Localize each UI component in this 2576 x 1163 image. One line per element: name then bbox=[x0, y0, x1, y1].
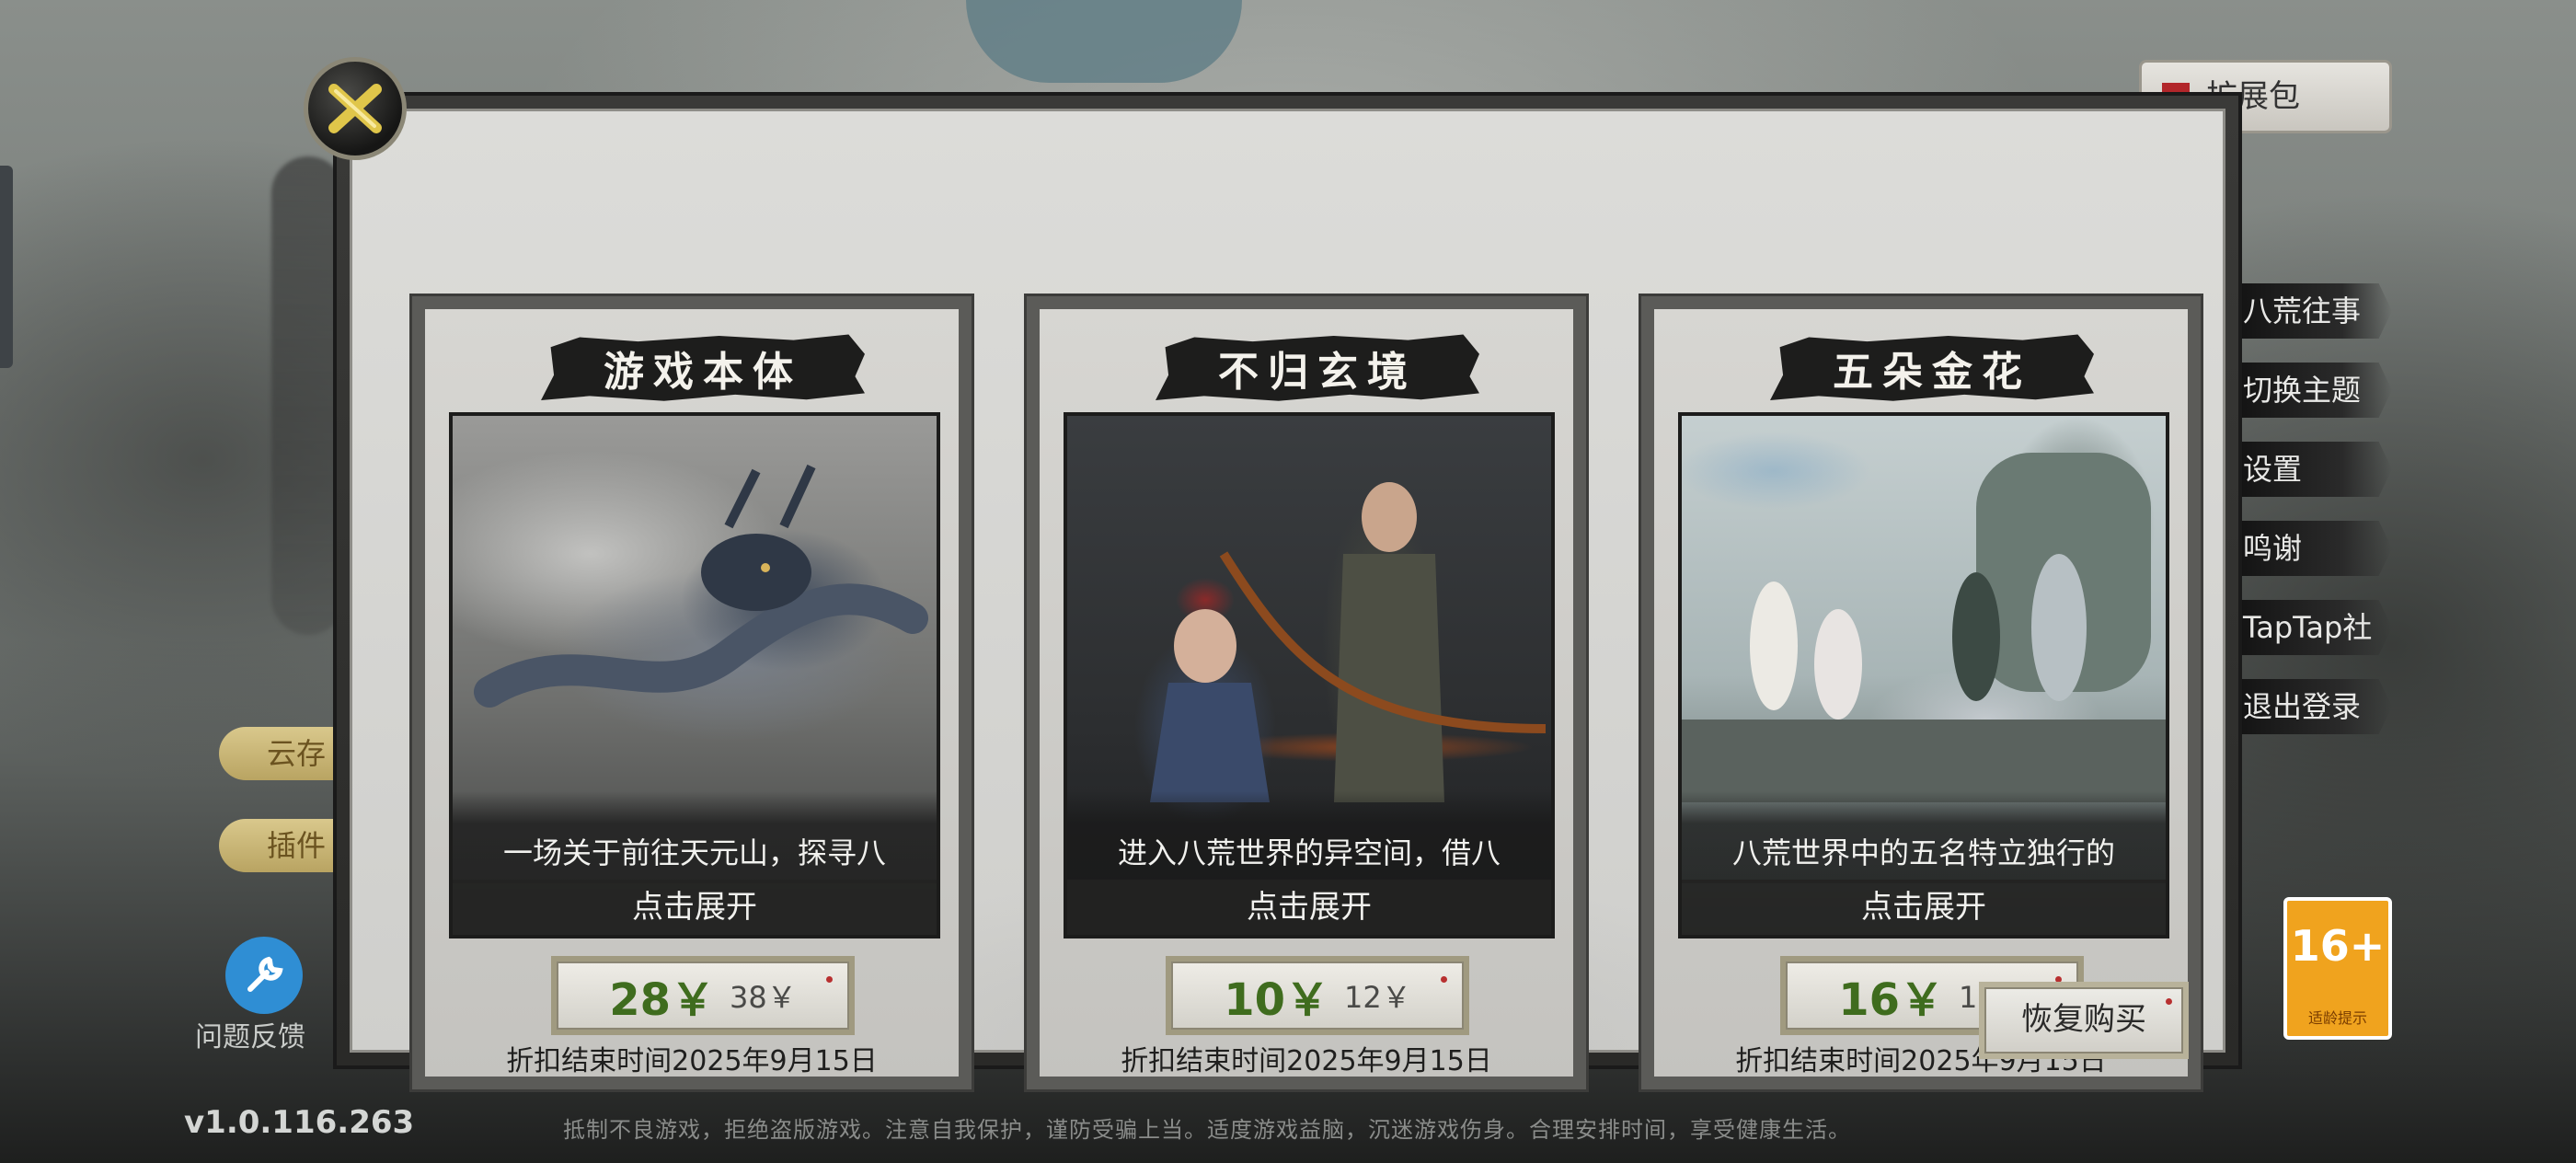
restore-purchase-label: 恢复购买 bbox=[2021, 1001, 2146, 1038]
card-title-banner: 游戏本体 bbox=[541, 334, 865, 401]
price-current: 28￥ bbox=[609, 974, 716, 1026]
card-body: 不归玄境 进入八荒世界的异空间，借八 点击展开 10￥ 12￥ 折扣结束时间20… bbox=[1040, 309, 1573, 1077]
menu-logout[interactable]: 退出登录 bbox=[2226, 679, 2392, 734]
menu-taptap-community[interactable]: TapTap社区 bbox=[2226, 600, 2392, 655]
card-art-warriors[interactable]: 进入八荒世界的异空间，借八 点击展开 bbox=[1064, 412, 1555, 938]
menu-settings-label: 设置 bbox=[2243, 452, 2303, 487]
product-card-base-game: 游戏本体 一场关于前往天元山，探寻八 点击展开 28￥ 38￥ 折扣结束时间20… bbox=[409, 294, 974, 1092]
card-art-five-heroines[interactable]: 八荒世界中的五名特立独行的 点击展开 bbox=[1678, 412, 2169, 938]
price-original: 12￥ bbox=[1344, 980, 1411, 1015]
purchase-dialog: 游戏本体 一场关于前往天元山，探寻八 点击展开 28￥ 38￥ 折扣结束时间20… bbox=[333, 92, 2242, 1092]
version-label: v1.0.116.263 bbox=[184, 1104, 415, 1141]
product-card-wuduojinhua: 五朵金花 八荒世界中的五名特立独行的 点击展开 16￥ 折扣结束时间2025年9… bbox=[1639, 294, 2203, 1092]
dragon-art bbox=[474, 464, 928, 708]
plugin-label: 插件 bbox=[267, 828, 327, 863]
card-body: 五朵金花 八荒世界中的五名特立独行的 点击展开 16￥ 折扣结束时间2025年9… bbox=[1654, 309, 2188, 1077]
card-title: 不归玄境 bbox=[1218, 349, 1417, 396]
price-button[interactable]: 10￥ 12￥ bbox=[1166, 956, 1469, 1035]
dialog-panel: 游戏本体 一场关于前往天元山，探寻八 点击展开 28￥ 38￥ 折扣结束时间20… bbox=[350, 109, 2225, 1092]
menu-credits-label: 鸣谢 bbox=[2243, 531, 2303, 566]
product-card-buguixuanjing: 不归玄境 进入八荒世界的异空间，借八 点击展开 10￥ 12￥ 折扣结束时间20… bbox=[1024, 294, 1589, 1092]
price-current: 16￥ bbox=[1838, 974, 1945, 1026]
card-description: 一场关于前往天元山，探寻八 bbox=[453, 791, 937, 883]
menu-logout-label: 退出登录 bbox=[2243, 689, 2362, 724]
card-title-banner: 五朵金花 bbox=[1770, 334, 2094, 401]
menu-switch-theme-label: 切换主题 bbox=[2243, 373, 2362, 408]
menu-past-events-label: 八荒往事 bbox=[2243, 294, 2362, 328]
card-body: 游戏本体 一场关于前往天元山，探寻八 点击展开 28￥ 38￥ 折扣结束时间20… bbox=[425, 309, 959, 1077]
left-edge-tab[interactable] bbox=[0, 166, 13, 368]
card-description: 八荒世界中的五名特立独行的 bbox=[1682, 791, 2166, 883]
expand-button[interactable]: 点击展开 bbox=[453, 880, 937, 935]
wrench-icon[interactable] bbox=[225, 937, 303, 1014]
price-current: 10￥ bbox=[1224, 974, 1330, 1026]
price-button-face: 10￥ 12￥ bbox=[1171, 961, 1464, 1030]
age-rating-number: 16+ bbox=[2290, 921, 2386, 971]
heroines-art bbox=[1682, 453, 2166, 802]
price-button-face: 28￥ 38￥ bbox=[557, 961, 849, 1030]
red-seal-dot bbox=[2166, 998, 2172, 1005]
red-seal-dot bbox=[826, 976, 833, 983]
price-original: 38￥ bbox=[730, 980, 797, 1015]
feedback-label[interactable]: 问题反馈 bbox=[195, 1014, 305, 1054]
card-title: 五朵金花 bbox=[1833, 349, 2031, 396]
price-button[interactable]: 28￥ 38￥ bbox=[551, 956, 855, 1035]
cloud-save-label: 云存 bbox=[267, 736, 327, 771]
card-description: 进入八荒世界的异空间，借八 bbox=[1067, 791, 1551, 883]
close-button[interactable] bbox=[304, 57, 407, 160]
menu-past-events[interactable]: 八荒往事 bbox=[2226, 283, 2392, 339]
restore-purchase-button[interactable]: 恢复购买 bbox=[1979, 982, 2189, 1059]
age-rating-sub: 适龄提示 bbox=[2307, 1009, 2367, 1027]
restore-purchase-face: 恢复购买 bbox=[1984, 987, 2183, 1054]
close-x-icon bbox=[328, 84, 382, 133]
menu-switch-theme[interactable]: 切换主题 bbox=[2226, 363, 2392, 418]
discount-end-text: 折扣结束时间2025年9月15日 bbox=[1121, 1045, 1492, 1077]
warriors-art bbox=[1150, 482, 1547, 802]
health-notice: 抵制不良游戏，拒绝盗版游戏。注意自我保护，谨防受骗上当。适度游戏益脑，沉迷游戏伤… bbox=[563, 1117, 1851, 1143]
background-umbrella-art bbox=[966, 0, 1242, 83]
red-seal-dot bbox=[1441, 976, 1447, 983]
card-title: 游戏本体 bbox=[604, 349, 802, 396]
expand-button[interactable]: 点击展开 bbox=[1067, 880, 1551, 935]
age-rating-badge: 16+ 适龄提示 bbox=[2283, 897, 2392, 1040]
wrench-icon-glyph bbox=[247, 956, 283, 992]
expand-button[interactable]: 点击展开 bbox=[1682, 880, 2166, 935]
card-title-banner: 不归玄境 bbox=[1156, 334, 1479, 401]
card-art-dragon[interactable]: 一场关于前往天元山，探寻八 点击展开 bbox=[449, 412, 940, 938]
menu-settings[interactable]: 设置 bbox=[2226, 442, 2392, 497]
discount-end-text: 折扣结束时间2025年9月15日 bbox=[506, 1045, 878, 1077]
menu-credits[interactable]: 鸣谢 bbox=[2226, 521, 2392, 576]
